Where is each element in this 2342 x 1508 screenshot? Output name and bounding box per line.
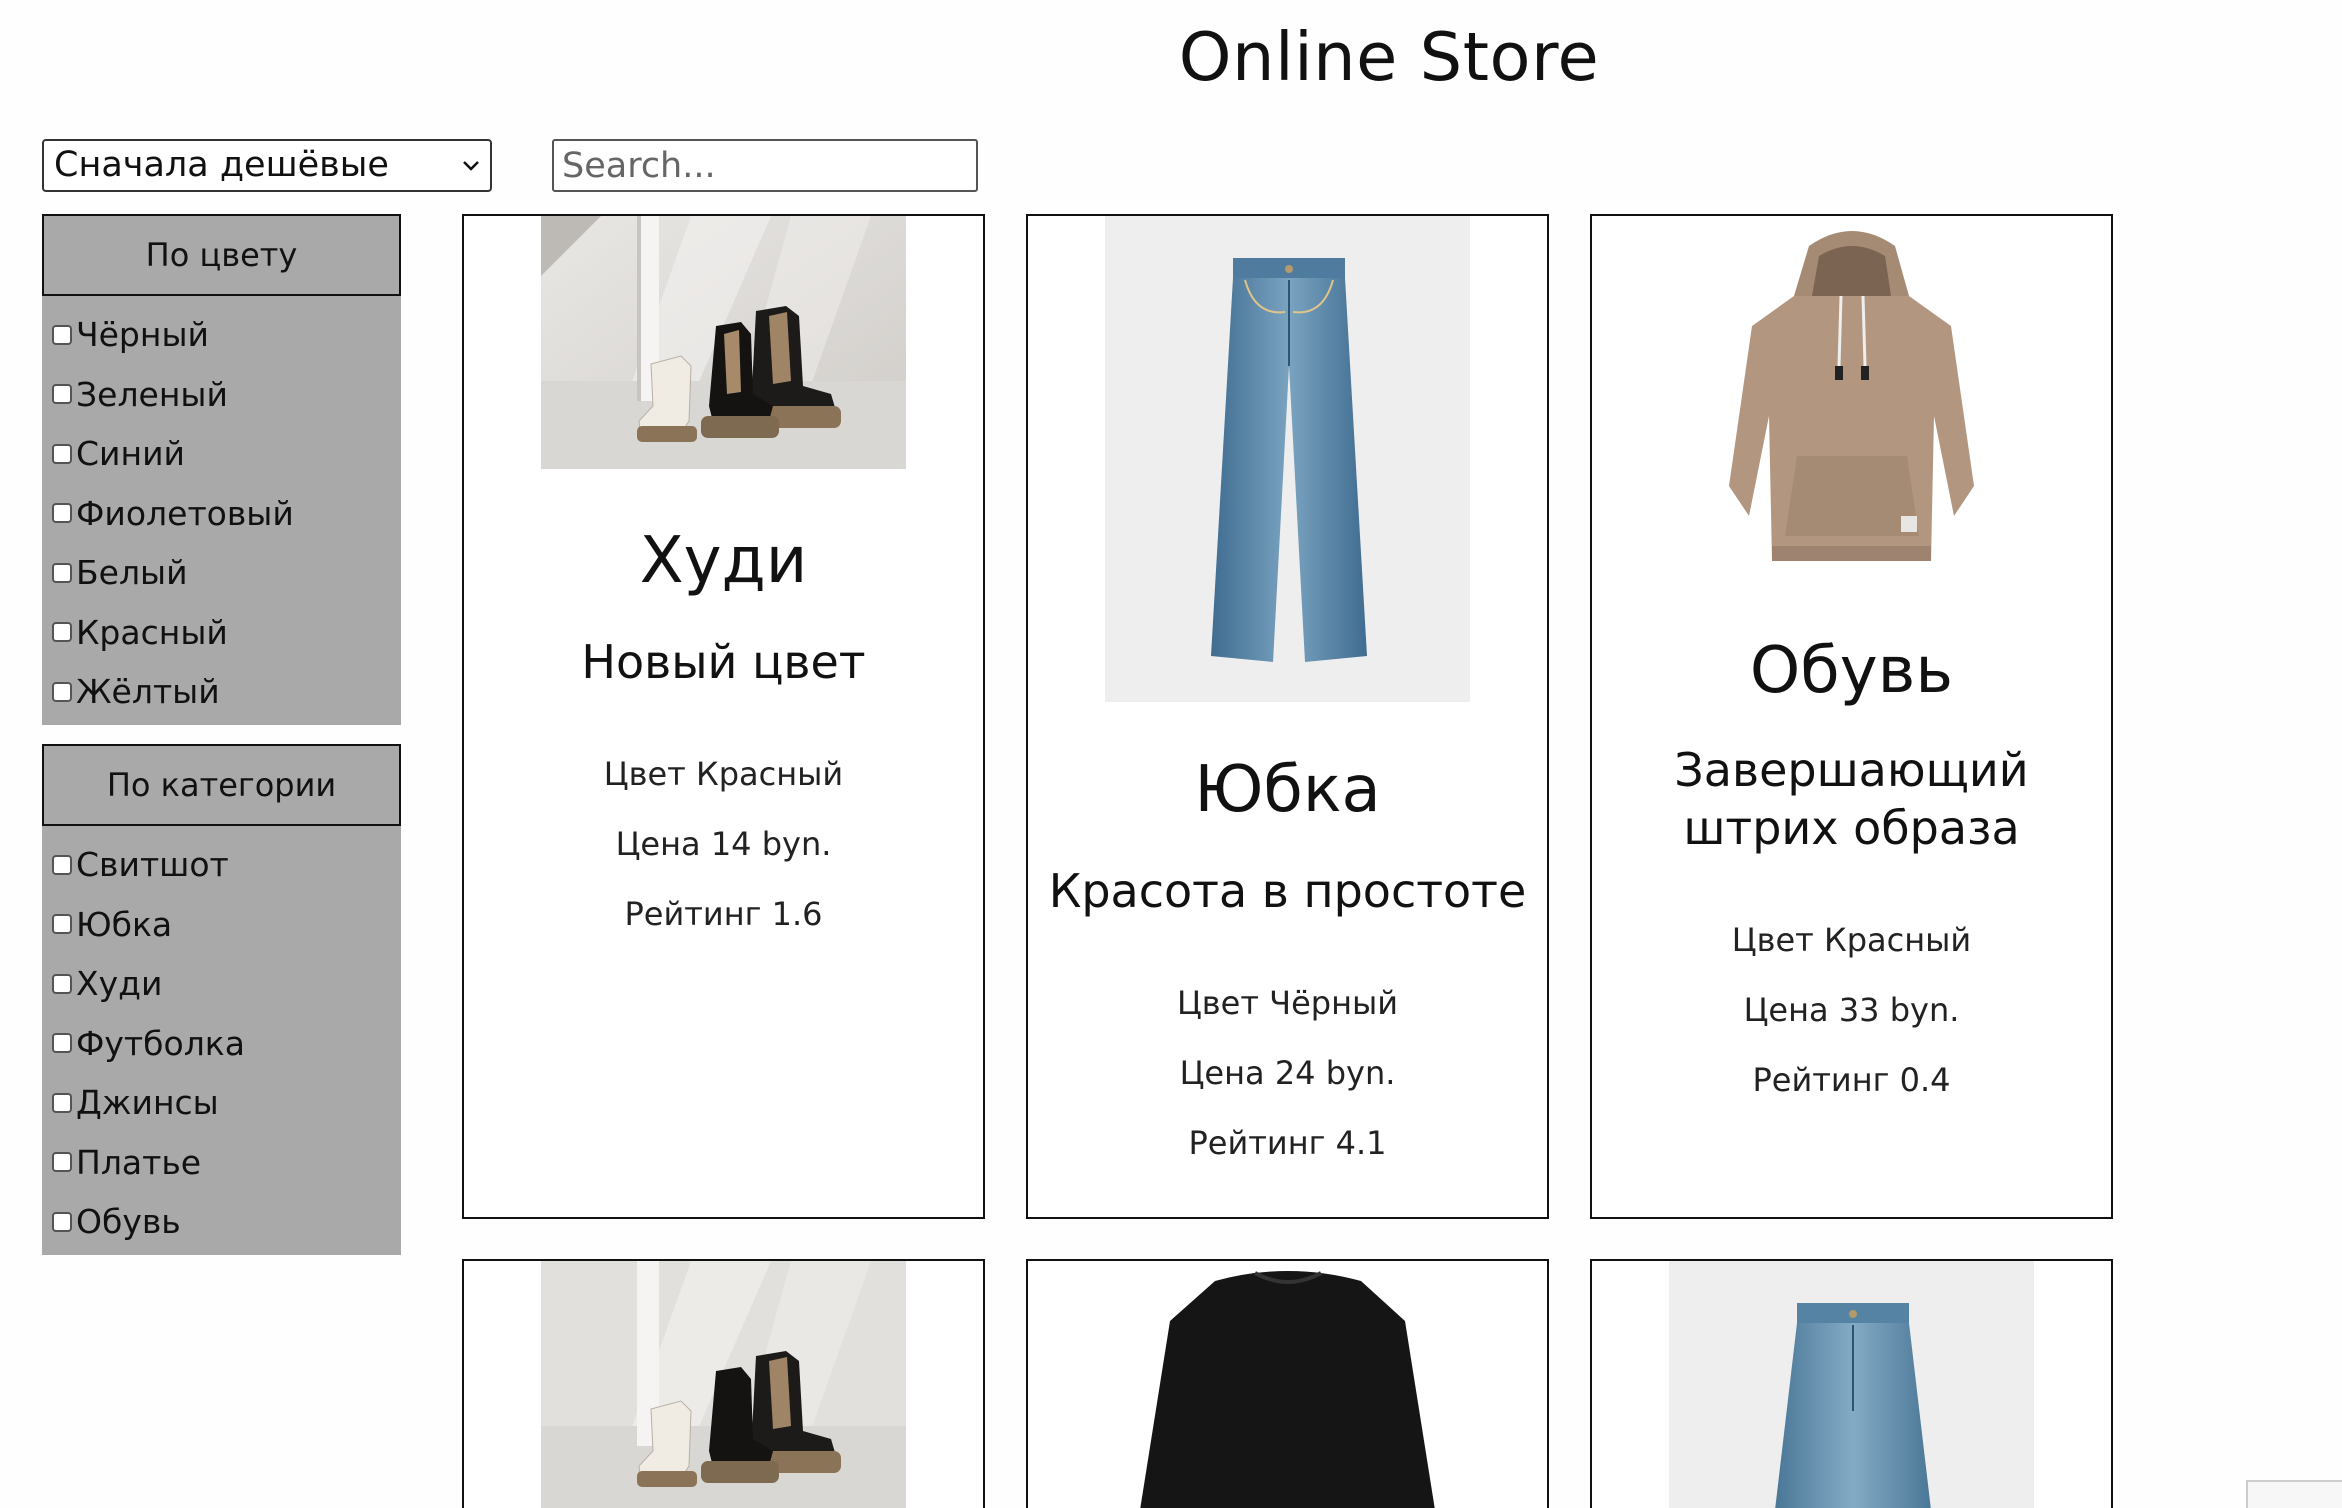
page-title: Online Store <box>1178 18 1600 96</box>
checkbox[interactable] <box>52 443 72 464</box>
filter-option-label: Белый <box>76 553 188 593</box>
product-name: Юбка <box>1194 753 1381 827</box>
filter-option-color[interactable]: Чёрный <box>42 305 401 365</box>
chevron-down-icon <box>462 141 480 190</box>
checkbox[interactable] <box>52 1092 72 1113</box>
product-name: Худи <box>639 524 808 598</box>
filter-option-label: Чёрный <box>76 315 209 355</box>
checkbox[interactable] <box>52 1033 72 1054</box>
filter-option-label: Зеленый <box>76 374 228 414</box>
filter-option-label: Джинсы <box>76 1083 219 1123</box>
product-price: Цена 33 byn. <box>1743 991 1960 1029</box>
filter-option-color[interactable]: Синий <box>42 424 401 484</box>
filter-option-color[interactable]: Зеленый <box>42 365 401 425</box>
filter-option-category[interactable]: Юбка <box>42 895 401 955</box>
filter-option-label: Свитшот <box>76 845 229 885</box>
filter-option-color[interactable]: Красный <box>42 603 401 663</box>
filter-option-label: Платье <box>76 1142 202 1182</box>
filter-option-category[interactable]: Свитшот <box>42 835 401 895</box>
checkbox[interactable] <box>52 914 72 935</box>
sort-select[interactable]: Сначала дешёвые <box>42 139 492 192</box>
product-card[interactable]: Худи Новый цвет Цвет Красный Цена 14 byn… <box>462 214 985 1219</box>
product-rating: Рейтинг 0.4 <box>1752 1061 1951 1099</box>
product-card[interactable]: Юбка Красота в простоте Цвет Чёрный Цена… <box>1026 214 1549 1219</box>
product-card[interactable] <box>1026 1259 1549 1508</box>
filter-option-label: Юбка <box>76 904 173 944</box>
checkbox[interactable] <box>52 854 72 875</box>
filter-option-label: Красный <box>76 612 228 652</box>
product-image <box>541 216 906 469</box>
checkbox[interactable] <box>52 324 72 345</box>
product-image <box>541 1261 906 1508</box>
product-tagline: Красота в простоте <box>1048 864 1527 918</box>
filter-option-category[interactable]: Джинсы <box>42 1073 401 1133</box>
checkbox[interactable] <box>52 384 72 405</box>
filter-option-category[interactable]: Худи <box>42 954 401 1014</box>
product-color: Цвет Чёрный <box>1176 984 1399 1022</box>
checkbox[interactable] <box>52 622 72 643</box>
checkbox[interactable] <box>52 681 72 702</box>
product-card[interactable] <box>1590 1259 2113 1508</box>
product-color: Цвет Красный <box>1731 921 1972 959</box>
filter-option-color[interactable]: Белый <box>42 543 401 603</box>
search-input[interactable] <box>552 139 978 192</box>
category-filter-panel: По категории Свитшот Юбка Худи Футболка … <box>42 744 401 1255</box>
checkbox[interactable] <box>52 1152 72 1173</box>
filter-option-label: Синий <box>76 434 185 474</box>
product-tagline: Завершающий штрих образа <box>1674 743 2029 855</box>
product-image <box>1669 216 2034 581</box>
checkbox[interactable] <box>52 562 72 583</box>
filter-option-category[interactable]: Платье <box>42 1133 401 1193</box>
category-filter-header[interactable]: По категории <box>42 744 401 826</box>
filter-option-color[interactable]: Жёлтый <box>42 662 401 722</box>
color-filter-header[interactable]: По цвету <box>42 214 401 296</box>
product-card[interactable]: Обувь Завершающий штрих образа Цвет Крас… <box>1590 214 2113 1219</box>
product-rating: Рейтинг 1.6 <box>624 895 823 933</box>
checkbox[interactable] <box>52 1211 72 1232</box>
product-color: Цвет Красный <box>603 755 844 793</box>
filter-option-category[interactable]: Футболка <box>42 1014 401 1074</box>
filter-option-category[interactable]: Обувь <box>42 1192 401 1252</box>
filter-option-label: Футболка <box>76 1023 245 1063</box>
filter-option-label: Жёлтый <box>76 672 220 712</box>
corner-widget[interactable] <box>2246 1480 2342 1508</box>
product-card[interactable] <box>462 1259 985 1508</box>
product-price: Цена 24 byn. <box>1179 1054 1396 1092</box>
sort-select-value: Сначала дешёвые <box>54 145 389 185</box>
product-image <box>1105 216 1470 702</box>
color-filter-panel: По цвету Чёрный Зеленый Синий Фиолетовый… <box>42 214 401 725</box>
product-price: Цена 14 byn. <box>615 825 832 863</box>
filter-option-color[interactable]: Фиолетовый <box>42 484 401 544</box>
product-image <box>1105 1261 1470 1508</box>
filter-option-label: Фиолетовый <box>76 493 294 533</box>
checkbox[interactable] <box>52 503 72 524</box>
product-tagline: Новый цвет <box>581 635 866 689</box>
product-name: Обувь <box>1749 634 1954 708</box>
filter-option-label: Худи <box>76 964 163 1004</box>
product-image <box>1669 1261 2034 1508</box>
product-rating: Рейтинг 4.1 <box>1188 1124 1387 1162</box>
filter-option-label: Обувь <box>76 1202 181 1242</box>
checkbox[interactable] <box>52 973 72 994</box>
